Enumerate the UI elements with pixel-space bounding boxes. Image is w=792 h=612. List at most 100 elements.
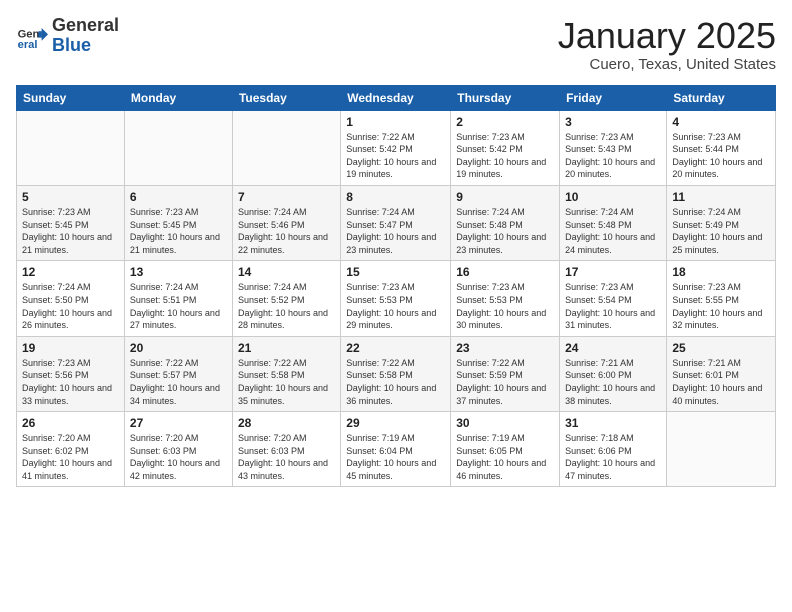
calendar-cell: 20 Sunrise: 7:22 AMSunset: 5:57 PMDayligh… xyxy=(124,336,232,411)
day-number: 21 xyxy=(238,341,335,355)
calendar-cell: 18Sunrise: 7:23 AMSunset: 5:55 PMDayligh… xyxy=(667,261,776,336)
calendar-cell: 17 Sunrise: 7:23 AMSunset: 5:54 PMDayligh… xyxy=(560,261,667,336)
calendar-cell xyxy=(124,110,232,185)
calendar-cell: 3 Sunrise: 7:23 AMSunset: 5:43 PMDaylight… xyxy=(560,110,667,185)
day-number: 18 xyxy=(672,265,770,279)
day-number: 13 xyxy=(130,265,227,279)
day-info: Sunrise: 7:22 AMSunset: 5:58 PMDaylight:… xyxy=(238,357,335,407)
day-number: 22 xyxy=(346,341,445,355)
day-number: 29 xyxy=(346,416,445,430)
day-number: 5 xyxy=(22,190,119,204)
calendar-cell: 7 Sunrise: 7:24 AMSunset: 5:46 PMDaylight… xyxy=(232,185,340,260)
column-header-monday: Monday xyxy=(124,85,232,110)
calendar-week-row: 12 Sunrise: 7:24 AMSunset: 5:50 PMDayligh… xyxy=(17,261,776,336)
logo: Gen eral General Blue xyxy=(16,16,119,56)
day-info: Sunrise: 7:21 AMSunset: 6:01 PMDaylight:… xyxy=(672,357,770,407)
day-number: 31 xyxy=(565,416,661,430)
calendar-cell: 30 Sunrise: 7:19 AMSunset: 6:05 PMDayligh… xyxy=(451,412,560,487)
calendar-week-row: 19 Sunrise: 7:23 AMSunset: 5:56 PMDayligh… xyxy=(17,336,776,411)
day-number: 11 xyxy=(672,190,770,204)
calendar-cell: 21 Sunrise: 7:22 AMSunset: 5:58 PMDayligh… xyxy=(232,336,340,411)
day-number: 23 xyxy=(456,341,554,355)
calendar-table: SundayMondayTuesdayWednesdayThursdayFrid… xyxy=(16,85,776,488)
day-number: 28 xyxy=(238,416,335,430)
logo-icon: Gen eral xyxy=(16,20,48,52)
day-number: 16 xyxy=(456,265,554,279)
day-number: 27 xyxy=(130,416,227,430)
day-number: 25 xyxy=(672,341,770,355)
calendar-cell: 19 Sunrise: 7:23 AMSunset: 5:56 PMDayligh… xyxy=(17,336,125,411)
title-block: January 2025 Cuero, Texas, United States xyxy=(558,16,776,73)
calendar-cell: 31Sunrise: 7:18 AMSunset: 6:06 PMDayligh… xyxy=(560,412,667,487)
calendar-cell: 8 Sunrise: 7:24 AMSunset: 5:47 PMDaylight… xyxy=(341,185,451,260)
calendar-cell: 1Sunrise: 7:22 AMSunset: 5:42 PMDaylight… xyxy=(341,110,451,185)
day-number: 4 xyxy=(672,115,770,129)
calendar-cell: 16Sunrise: 7:23 AMSunset: 5:53 PMDayligh… xyxy=(451,261,560,336)
calendar-body: 1Sunrise: 7:22 AMSunset: 5:42 PMDaylight… xyxy=(17,110,776,487)
calendar-cell: 26Sunrise: 7:20 AMSunset: 6:02 PMDayligh… xyxy=(17,412,125,487)
calendar-cell xyxy=(232,110,340,185)
day-info: Sunrise: 7:24 AMSunset: 5:46 PMDaylight:… xyxy=(238,206,335,256)
day-info: Sunrise: 7:19 AMSunset: 6:04 PMDaylight:… xyxy=(346,432,445,482)
day-number: 9 xyxy=(456,190,554,204)
day-info: Sunrise: 7:22 AMSunset: 5:42 PMDaylight:… xyxy=(346,131,445,181)
day-number: 14 xyxy=(238,265,335,279)
calendar-cell: 13 Sunrise: 7:24 AMSunset: 5:51 PMDayligh… xyxy=(124,261,232,336)
calendar-cell: 14 Sunrise: 7:24 AMSunset: 5:52 PMDayligh… xyxy=(232,261,340,336)
calendar-cell: 15Sunrise: 7:23 AMSunset: 5:53 PMDayligh… xyxy=(341,261,451,336)
day-info: Sunrise: 7:24 AMSunset: 5:49 PMDaylight:… xyxy=(672,206,770,256)
calendar-cell: 27 Sunrise: 7:20 AMSunset: 6:03 PMDayligh… xyxy=(124,412,232,487)
calendar-cell: 9 Sunrise: 7:24 AMSunset: 5:48 PMDaylight… xyxy=(451,185,560,260)
calendar-week-row: 26Sunrise: 7:20 AMSunset: 6:02 PMDayligh… xyxy=(17,412,776,487)
page-header: Gen eral General Blue January 2025 Cuero… xyxy=(16,16,776,73)
column-header-thursday: Thursday xyxy=(451,85,560,110)
day-info: Sunrise: 7:23 AMSunset: 5:42 PMDaylight:… xyxy=(456,131,554,181)
day-info: Sunrise: 7:24 AMSunset: 5:47 PMDaylight:… xyxy=(346,206,445,256)
day-number: 26 xyxy=(22,416,119,430)
calendar-week-row: 5 Sunrise: 7:23 AMSunset: 5:45 PMDaylight… xyxy=(17,185,776,260)
day-number: 10 xyxy=(565,190,661,204)
calendar-cell: 23Sunrise: 7:22 AMSunset: 5:59 PMDayligh… xyxy=(451,336,560,411)
day-number: 7 xyxy=(238,190,335,204)
column-header-tuesday: Tuesday xyxy=(232,85,340,110)
day-info: Sunrise: 7:24 AMSunset: 5:50 PMDaylight:… xyxy=(22,281,119,331)
day-info: Sunrise: 7:24 AMSunset: 5:52 PMDaylight:… xyxy=(238,281,335,331)
day-info: Sunrise: 7:23 AMSunset: 5:45 PMDaylight:… xyxy=(22,206,119,256)
day-info: Sunrise: 7:19 AMSunset: 6:05 PMDaylight:… xyxy=(456,432,554,482)
svg-text:eral: eral xyxy=(18,39,38,51)
day-info: Sunrise: 7:23 AMSunset: 5:54 PMDaylight:… xyxy=(565,281,661,331)
day-info: Sunrise: 7:20 AMSunset: 6:03 PMDaylight:… xyxy=(130,432,227,482)
day-info: Sunrise: 7:24 AMSunset: 5:51 PMDaylight:… xyxy=(130,281,227,331)
calendar-cell: 24Sunrise: 7:21 AMSunset: 6:00 PMDayligh… xyxy=(560,336,667,411)
column-header-wednesday: Wednesday xyxy=(341,85,451,110)
day-number: 30 xyxy=(456,416,554,430)
calendar-cell: 5 Sunrise: 7:23 AMSunset: 5:45 PMDaylight… xyxy=(17,185,125,260)
day-info: Sunrise: 7:22 AMSunset: 5:58 PMDaylight:… xyxy=(346,357,445,407)
calendar-cell: 28Sunrise: 7:20 AMSunset: 6:03 PMDayligh… xyxy=(232,412,340,487)
calendar-cell: 12 Sunrise: 7:24 AMSunset: 5:50 PMDayligh… xyxy=(17,261,125,336)
day-number: 2 xyxy=(456,115,554,129)
day-info: Sunrise: 7:24 AMSunset: 5:48 PMDaylight:… xyxy=(565,206,661,256)
calendar-cell: 6Sunrise: 7:23 AMSunset: 5:45 PMDaylight… xyxy=(124,185,232,260)
day-info: Sunrise: 7:23 AMSunset: 5:53 PMDaylight:… xyxy=(346,281,445,331)
day-info: Sunrise: 7:23 AMSunset: 5:56 PMDaylight:… xyxy=(22,357,119,407)
day-number: 17 xyxy=(565,265,661,279)
calendar-header-row: SundayMondayTuesdayWednesdayThursdayFrid… xyxy=(17,85,776,110)
day-number: 19 xyxy=(22,341,119,355)
day-number: 8 xyxy=(346,190,445,204)
calendar-cell: 22 Sunrise: 7:22 AMSunset: 5:58 PMDayligh… xyxy=(341,336,451,411)
day-info: Sunrise: 7:21 AMSunset: 6:00 PMDaylight:… xyxy=(565,357,661,407)
calendar-cell: 25 Sunrise: 7:21 AMSunset: 6:01 PMDayligh… xyxy=(667,336,776,411)
day-number: 12 xyxy=(22,265,119,279)
calendar-cell: 4 Sunrise: 7:23 AMSunset: 5:44 PMDaylight… xyxy=(667,110,776,185)
day-info: Sunrise: 7:23 AMSunset: 5:44 PMDaylight:… xyxy=(672,131,770,181)
day-info: Sunrise: 7:24 AMSunset: 5:48 PMDaylight:… xyxy=(456,206,554,256)
day-number: 3 xyxy=(565,115,661,129)
day-number: 20 xyxy=(130,341,227,355)
day-number: 6 xyxy=(130,190,227,204)
day-info: Sunrise: 7:23 AMSunset: 5:43 PMDaylight:… xyxy=(565,131,661,181)
day-info: Sunrise: 7:22 AMSunset: 5:57 PMDaylight:… xyxy=(130,357,227,407)
column-header-saturday: Saturday xyxy=(667,85,776,110)
column-header-friday: Friday xyxy=(560,85,667,110)
logo-text: General Blue xyxy=(52,16,119,56)
